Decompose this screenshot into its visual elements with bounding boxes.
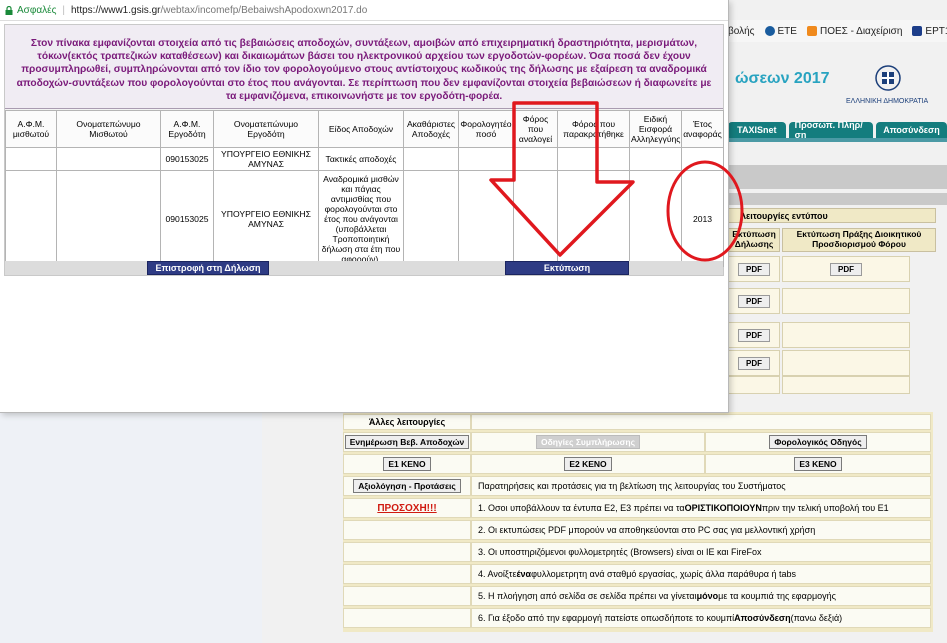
print-button[interactable]: Εκτύπωση	[505, 261, 629, 275]
grey-bar	[728, 165, 947, 189]
header-employer-name: Ονοματεπώνυμο Εργοδότη	[213, 110, 319, 148]
note-6: 6. Για έξοδο από την εφαρμογή πατείστε ο…	[471, 608, 931, 628]
pdf-button[interactable]: PDF	[738, 328, 770, 342]
grey-bar	[728, 193, 947, 205]
top-tabs: TAXISnet Προσωπ. Πληρ/ση Αποσύνδεση	[728, 120, 947, 140]
warning-link[interactable]: ΠΡΟΣΟΧΗ!!!	[377, 503, 436, 514]
pdf-row: PDF	[728, 322, 936, 348]
e1-blank-button[interactable]: Ε1 ΚΕΝΟ	[383, 457, 431, 471]
tab-stripe	[728, 138, 947, 142]
guide-button[interactable]: Οδηγίες Συμπλήρωσης	[535, 435, 641, 449]
url-host: https://www1.gsis.gr	[71, 4, 161, 16]
header-tax-withheld: Φόρος που παρακρατήθηκε	[557, 110, 630, 148]
cell-employer-name: ΥΠΟΥΡΓΕΙΟ ΕΘΝΙΚΗΣ ΑΜΥΝΑΣ	[213, 147, 319, 171]
cell-gross-income	[403, 170, 459, 267]
cell-taxable-amount	[458, 147, 514, 171]
col-print-act: Εκτύπωση Πράξης Διοικητικού Προσδιορισμο…	[782, 228, 936, 252]
pdf-row: PDF	[728, 350, 936, 376]
actions-bar: Επιστροφή στη Δήλωση Εκτύπωση	[5, 261, 723, 275]
e2-blank-button[interactable]: Ε2 ΚΕΝΟ	[564, 457, 612, 471]
pdf-button[interactable]: PDF	[738, 294, 770, 308]
cell-tax-withheld	[557, 147, 630, 171]
cell-afm-employee	[5, 170, 57, 267]
certificates-table: Α.Φ.Μ. μισθωτού Ονοματεπώνυμο Μισθωτού Α…	[5, 110, 724, 267]
pdf-row: PDF PDF	[728, 256, 936, 282]
cell-employee-name	[56, 170, 161, 267]
pdf-row: PDF	[728, 288, 936, 314]
pdf-button[interactable]: PDF	[738, 356, 770, 370]
header-reference-year: Έτος αναφοράς	[681, 110, 724, 148]
popup-content: Στον πίνακα εμφανίζονται στοιχεία από τι…	[4, 24, 724, 276]
page-title: ώσεων 2017	[735, 70, 830, 87]
cell-tax-due	[513, 170, 558, 267]
cell-income-type: Τακτικές αποδοχές	[318, 147, 404, 171]
header-income-type: Είδος Αποδοχών	[318, 110, 404, 148]
certificates-popup-window: Ασφαλές | https://www1.gsis.gr/webtax/in…	[0, 0, 729, 413]
ete-icon	[764, 26, 775, 36]
address-bar[interactable]: Ασφαλές | https://www1.gsis.gr/webtax/in…	[0, 0, 728, 21]
other-functions-panel: Άλλες λειτουργίες Ενημέρωση Βεβ. Αποδοχώ…	[343, 412, 933, 632]
bookmark-ert1[interactable]: ΕΡΤ1	[912, 26, 947, 37]
emblem-label: ΕΛΛΗΝΙΚΗ ΔΗΜΟΚΡΑΤΙΑ	[846, 98, 929, 105]
evaluation-button[interactable]: Αξιολόγηση - Προτάσεις	[353, 479, 461, 493]
cell-tax-due	[513, 147, 558, 171]
tab-logout[interactable]: Αποσύνδεση	[876, 122, 947, 138]
bookmark-ete[interactable]: ETE	[764, 26, 797, 37]
cell-employer-name: ΥΠΟΥΡΓΕΙΟ ΕΘΝΙΚΗΣ ΑΜΥΝΑΣ	[213, 170, 319, 267]
bookmark-0[interactable]: βολής	[728, 26, 755, 37]
table-header-row: Α.Φ.Μ. μισθωτού Ονοματεπώνυμο Μισθωτού Α…	[5, 110, 724, 148]
table-row: 090153025 ΥΠΟΥΡΓΕΙΟ ΕΘΝΙΚΗΣ ΑΜΥΝΑΣ Αναδρ…	[5, 170, 724, 267]
ert-icon	[912, 26, 923, 36]
print-functions-header: λειτουργίες εντύπου	[728, 208, 936, 223]
cell-employee-name	[56, 147, 161, 171]
note-3: 3. Οι υποστηριζόμενοι φυλλομετρητές (Bro…	[471, 542, 931, 562]
header-afm-employee: Α.Φ.Μ. μισθωτού	[5, 110, 57, 148]
bookmarks-bar: βολής ETE ΠΟΕΣ - Διαχείριση ΕΡΤ1	[728, 20, 947, 42]
cell-afm-employer: 090153025	[160, 147, 214, 171]
cell-gross-income	[403, 147, 459, 171]
url-path: /webtax/incomefp/BebaiwshApodoxwn2017.do	[160, 4, 368, 16]
col-print-declaration: Εκτύπωση Δήλωσης	[728, 228, 780, 252]
secure-label: Ασφαλές	[17, 4, 57, 16]
greek-emblem-icon	[875, 65, 901, 91]
bookmark-poes[interactable]: ΠΟΕΣ - Διαχείριση	[806, 26, 902, 37]
pdf-button[interactable]: PDF	[738, 262, 770, 276]
cell-afm-employee	[5, 147, 57, 171]
header-afm-employer: Α.Φ.Μ. Εργοδότη	[160, 110, 214, 148]
cell-afm-employer: 090153025	[160, 170, 214, 267]
lock-icon	[5, 5, 13, 15]
note-4: 4. Ανοίξτε ένα φυλλομετρητη ανά σταθμό ε…	[471, 564, 931, 584]
header-tax-due: Φόρος που αναλογεί	[513, 110, 558, 148]
other-functions-title: Άλλες λειτουργίες	[343, 414, 471, 430]
tax-guide-button[interactable]: Φορολογικός Οδηγός	[769, 435, 867, 449]
cell-reference-year: 2013	[681, 170, 724, 267]
cell-reference-year	[681, 147, 724, 171]
cell-solidarity-contribution	[629, 147, 682, 171]
evaluation-note: Παρατηρήσεις και προτάσεις για τη βελτίω…	[471, 476, 931, 496]
cell-solidarity-contribution	[629, 170, 682, 267]
poes-icon	[806, 26, 817, 36]
note-1: 1. Οσοι υποβάλλουν τα έντυπα Ε2, Ε3 πρέπ…	[471, 498, 931, 518]
tab-taxisnet[interactable]: TAXISnet	[728, 122, 786, 138]
note-5: 5. Η πλοήγηση από σελίδα σε σελίδα πρέπε…	[471, 586, 931, 606]
table-row: 090153025 ΥΠΟΥΡΓΕΙΟ ΕΘΝΙΚΗΣ ΑΜΥΝΑΣ Τακτι…	[5, 147, 724, 171]
note-2: 2. Οι εκτυπώσεις PDF μπορούν να αποθηκεύ…	[471, 520, 931, 540]
cell-tax-withheld	[557, 170, 630, 267]
header-taxable-amount: Φορολογητέο ποσό	[458, 110, 514, 148]
cell-taxable-amount	[458, 170, 514, 267]
update-certs-button[interactable]: Ενημέρωση Βεβ. Αποδοχών	[344, 435, 470, 449]
tab-personal-info[interactable]: Προσωπ. Πληρ/ση	[788, 120, 873, 140]
pdf-row	[728, 376, 936, 394]
header-gross-income: Ακαθάριστες Αποδοχές	[403, 110, 459, 148]
info-notice: Στον πίνακα εμφανίζονται στοιχεία από τι…	[5, 25, 723, 109]
address-separator: |	[62, 4, 65, 16]
cell-income-type: Αναδρομικά μισθών και πάγιας αντιμισθίας…	[318, 170, 404, 267]
pdf-button[interactable]: PDF	[830, 262, 862, 276]
header-employee-name: Ονοματεπώνυμο Μισθωτού	[56, 110, 161, 148]
return-to-declaration-button[interactable]: Επιστροφή στη Δήλωση	[147, 261, 269, 275]
header-solidarity-contribution: Ειδική Εισφορά Αλληλεγγύης	[629, 110, 682, 148]
e3-blank-button[interactable]: Ε3 ΚΕΝΟ	[794, 457, 842, 471]
